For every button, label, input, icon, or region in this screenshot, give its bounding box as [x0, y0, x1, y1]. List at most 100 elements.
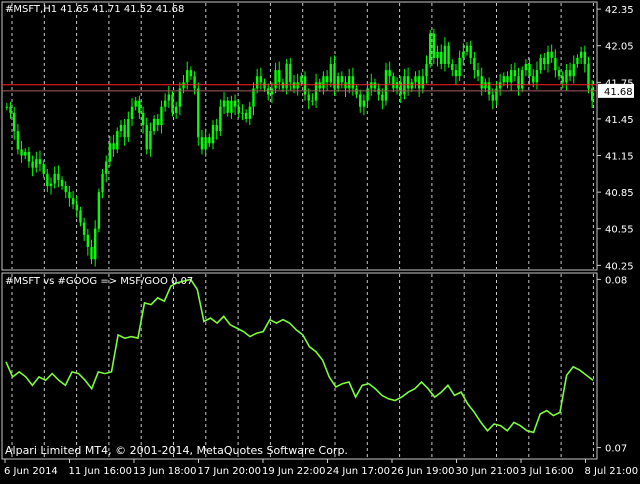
candle-body [116, 131, 119, 150]
candle-body [38, 159, 42, 165]
candle-body [539, 57, 542, 71]
y-tick-label: 41.45 [605, 115, 634, 126]
candle-body [263, 82, 266, 89]
x-tick-label: 19 Jun 22:00 [262, 466, 326, 477]
candle-body [13, 112, 16, 132]
candle-body [440, 51, 443, 65]
candle-body [171, 94, 174, 113]
candle-body [576, 57, 579, 65]
candle-body [289, 64, 292, 83]
candle-body [325, 76, 329, 83]
current-price-label: 41.68 [604, 87, 633, 98]
candle-body [105, 161, 108, 174]
candle-body [399, 82, 402, 95]
y-tick-label: 42.05 [605, 42, 634, 53]
candle-body [509, 70, 513, 83]
candle-body [97, 192, 101, 229]
candle-body [513, 70, 517, 77]
candle-body [465, 45, 469, 52]
candle-body [82, 222, 86, 235]
candle-body [108, 143, 112, 162]
candle-body [425, 64, 428, 77]
candle-body [373, 82, 377, 89]
candle-body [46, 173, 49, 187]
candle-body [462, 51, 465, 58]
candle-body [160, 106, 163, 126]
candle-body [193, 76, 196, 89]
candle-body [112, 143, 115, 150]
candle-body [590, 88, 594, 101]
candle-body [200, 137, 204, 150]
candle-body [204, 137, 207, 150]
candle-body [152, 118, 156, 132]
x-tick-label: 17 Jun 20:00 [198, 466, 262, 477]
candle-body [491, 94, 494, 101]
candle-body [517, 76, 520, 89]
candle-body [447, 45, 450, 65]
candle-body [355, 88, 358, 95]
candle-body [340, 76, 344, 83]
candle-body [167, 94, 171, 101]
candle-body [86, 234, 90, 248]
candle-body [123, 125, 126, 138]
y-tick-label: 0.08 [605, 275, 627, 286]
candle-body [403, 76, 406, 95]
candle-body [237, 106, 240, 113]
candle-body [322, 76, 325, 89]
y-tick-label: 42.35 [605, 5, 634, 16]
copyright-text: Alpari Limited MT4, © 2001-2014, MetaQuo… [5, 444, 348, 457]
candle-body [182, 82, 185, 89]
candle-body [219, 106, 222, 132]
candle-body [5, 106, 9, 108]
candle-body [307, 94, 310, 101]
candle-body [388, 70, 391, 77]
candle-body [255, 76, 259, 89]
x-tick-label: 30 Jun 21:00 [456, 466, 520, 477]
y-tick-label: 40.55 [605, 225, 634, 236]
candle-body [535, 70, 539, 83]
candle-body [149, 131, 152, 150]
candle-body [370, 82, 373, 89]
candle-body [583, 51, 586, 65]
candle-body [244, 112, 248, 119]
candle-body [281, 82, 285, 89]
x-tick-label: 3 Jul 16:00 [520, 466, 574, 477]
x-tick-label: 11 Jun 16:00 [69, 466, 133, 477]
candle-body [487, 82, 491, 95]
x-tick-label: 24 Jun 17:00 [327, 466, 391, 477]
candle-body [454, 70, 458, 77]
candle-body [208, 137, 211, 144]
candle-body [189, 70, 193, 77]
candle-body [93, 228, 97, 260]
candle-body [156, 118, 159, 126]
candle-body [31, 161, 34, 168]
candle-body [35, 159, 38, 168]
candle-body [572, 64, 575, 77]
candle-body [64, 186, 67, 193]
y-tick-label: 40.25 [605, 261, 634, 272]
candle-body [318, 82, 321, 89]
candle-body [267, 88, 270, 95]
candle-body [248, 106, 252, 119]
candle-body [292, 82, 296, 89]
candle-body [303, 76, 307, 95]
candle-body [274, 70, 277, 89]
candle-body [502, 76, 506, 83]
candle-body [20, 149, 23, 156]
candle-body [60, 179, 64, 187]
candle-body [506, 76, 509, 83]
candle-body [9, 106, 12, 113]
candle-body [311, 100, 314, 102]
candle-body [395, 82, 399, 89]
candle-body [381, 94, 384, 101]
candle-body [443, 45, 447, 65]
chart-canvas[interactable]: 42.3542.0541.7541.4541.1540.8540.5540.25… [0, 0, 640, 480]
candle-body [53, 173, 56, 184]
candle-body [259, 76, 263, 83]
candle-body [362, 100, 366, 107]
candle-body [528, 64, 531, 77]
candle-body [49, 183, 53, 187]
chart-window[interactable]: 42.35 42.05 41.75 41.45 41.15 40.85 40.55 40.25… [0, 0, 640, 480]
candle-body [233, 100, 237, 107]
candle-body [428, 33, 432, 65]
